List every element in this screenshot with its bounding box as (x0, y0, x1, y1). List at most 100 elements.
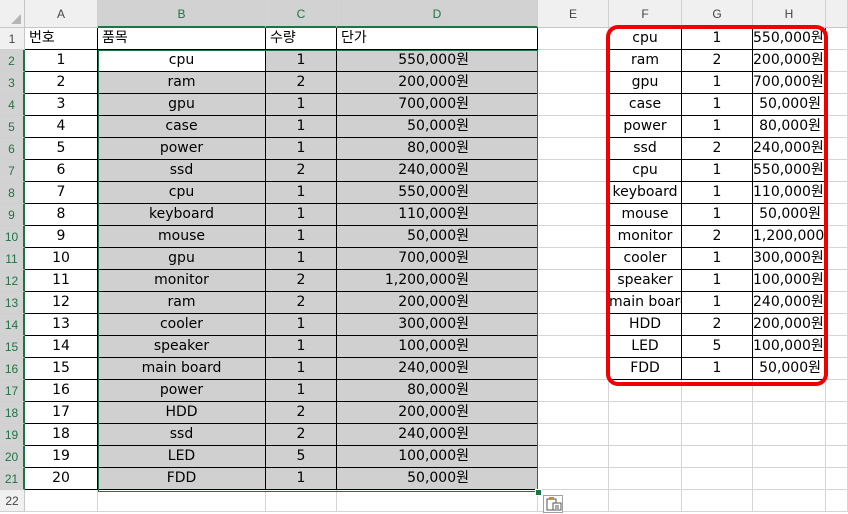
table-cell[interactable]: 2 (266, 270, 337, 292)
empty-cell[interactable] (538, 182, 609, 204)
lookup-cell[interactable]: 1 (682, 72, 753, 94)
table-cell[interactable]: 20 (25, 468, 98, 490)
table-cell[interactable]: 13 (25, 314, 98, 336)
lookup-cell[interactable]: 1 (682, 94, 753, 116)
column-header-g[interactable]: G (682, 0, 753, 28)
table-cell[interactable]: 700,000원 (337, 94, 538, 116)
table-cell[interactable]: 200,000원 (337, 402, 538, 424)
table-cell[interactable]: 1,200,000원 (337, 270, 538, 292)
empty-cell[interactable] (98, 490, 266, 512)
lookup-cell[interactable]: FDD (609, 358, 682, 380)
table-cell[interactable]: 2 (266, 72, 337, 94)
table-cell[interactable]: 2 (266, 424, 337, 446)
table-cell[interactable]: 1 (266, 468, 337, 490)
row-header-19[interactable]: 19 (0, 424, 25, 446)
empty-cell[interactable] (826, 28, 848, 50)
empty-cell[interactable] (826, 490, 848, 512)
empty-cell[interactable] (826, 50, 848, 72)
table-cell[interactable]: cpu (98, 50, 266, 72)
empty-cell[interactable] (826, 424, 848, 446)
empty-cell[interactable] (609, 402, 682, 424)
table-cell[interactable]: speaker (98, 336, 266, 358)
row-header-20[interactable]: 20 (0, 446, 25, 468)
empty-cell[interactable] (826, 94, 848, 116)
empty-cell[interactable] (538, 270, 609, 292)
table-cell[interactable]: 12 (25, 292, 98, 314)
lookup-cell[interactable]: speaker (609, 270, 682, 292)
empty-cell[interactable] (826, 314, 848, 336)
row-header-17[interactable]: 17 (0, 380, 25, 402)
table-cell[interactable]: 16 (25, 380, 98, 402)
lookup-cell[interactable]: 50,000원 (753, 204, 826, 226)
table-cell[interactable]: 14 (25, 336, 98, 358)
empty-cell[interactable] (538, 292, 609, 314)
empty-cell[interactable] (538, 358, 609, 380)
empty-cell[interactable] (826, 270, 848, 292)
lookup-cell[interactable]: 110,000원 (753, 182, 826, 204)
table-cell[interactable]: gpu (98, 94, 266, 116)
table-cell[interactable]: ram (98, 72, 266, 94)
lookup-cell[interactable]: 2 (682, 138, 753, 160)
empty-cell[interactable] (538, 28, 609, 50)
table-cell[interactable]: 19 (25, 446, 98, 468)
column-header-c[interactable]: C (266, 0, 337, 28)
row-header-3[interactable]: 3 (0, 72, 25, 94)
row-header-4[interactable]: 4 (0, 94, 25, 116)
table-cell[interactable]: power (98, 138, 266, 160)
empty-cell[interactable] (826, 116, 848, 138)
empty-cell[interactable] (826, 468, 848, 490)
empty-cell[interactable] (753, 490, 826, 512)
empty-cell[interactable] (538, 226, 609, 248)
row-header-8[interactable]: 8 (0, 182, 25, 204)
table-cell[interactable]: keyboard (98, 204, 266, 226)
empty-cell[interactable] (538, 336, 609, 358)
empty-cell[interactable] (753, 424, 826, 446)
row-header-14[interactable]: 14 (0, 314, 25, 336)
empty-cell[interactable] (266, 490, 337, 512)
table-cell[interactable]: gpu (98, 248, 266, 270)
lookup-cell[interactable]: 80,000원 (753, 116, 826, 138)
table-cell[interactable]: 1 (266, 94, 337, 116)
empty-cell[interactable] (826, 182, 848, 204)
table-cell[interactable]: 550,000원 (337, 182, 538, 204)
empty-cell[interactable] (538, 160, 609, 182)
table-cell[interactable]: 4 (25, 116, 98, 138)
row-header-2[interactable]: 2 (0, 50, 25, 72)
lookup-cell[interactable]: 550,000원 (753, 28, 826, 50)
spreadsheet-grid[interactable]: A B C D E F G H 1 2 3 4 5 6 7 8 9 10 11 12 13 14 15 16 17 18 19 20 2… (0, 0, 848, 514)
table-cell[interactable]: 1 (266, 182, 337, 204)
table-cell[interactable]: 200,000원 (337, 72, 538, 94)
lookup-cell[interactable]: gpu (609, 72, 682, 94)
empty-cell[interactable] (538, 204, 609, 226)
table-cell[interactable]: 700,000원 (337, 248, 538, 270)
lookup-cell[interactable]: 1 (682, 116, 753, 138)
table-cell[interactable]: 3 (25, 94, 98, 116)
lookup-cell[interactable]: ssd (609, 138, 682, 160)
table-cell[interactable]: 1 (266, 204, 337, 226)
empty-cell[interactable] (826, 72, 848, 94)
lookup-cell[interactable]: 5 (682, 336, 753, 358)
lookup-cell[interactable]: case (609, 94, 682, 116)
table-cell[interactable]: 1 (266, 116, 337, 138)
table-cell[interactable]: 240,000원 (337, 424, 538, 446)
fill-handle[interactable] (535, 489, 542, 496)
table-cell[interactable]: 2 (266, 160, 337, 182)
table-cell[interactable]: 1 (266, 314, 337, 336)
empty-cell[interactable] (609, 490, 682, 512)
table-cell[interactable]: 200,000원 (337, 292, 538, 314)
table-cell[interactable]: 1 (266, 50, 337, 72)
lookup-cell[interactable]: 50,000원 (753, 94, 826, 116)
empty-cell[interactable] (753, 402, 826, 424)
table-cell[interactable]: case (98, 116, 266, 138)
row-header-9[interactable]: 9 (0, 204, 25, 226)
lookup-cell[interactable]: 1 (682, 292, 753, 314)
empty-cell[interactable] (538, 424, 609, 446)
row-header-18[interactable]: 18 (0, 402, 25, 424)
lookup-cell[interactable]: 100,000원 (753, 336, 826, 358)
table-cell[interactable]: 15 (25, 358, 98, 380)
table-cell[interactable]: 1 (266, 358, 337, 380)
paste-options-icon[interactable] (543, 495, 563, 513)
row-header-7[interactable]: 7 (0, 160, 25, 182)
table-cell[interactable]: 80,000원 (337, 138, 538, 160)
table-cell[interactable]: 2 (266, 292, 337, 314)
